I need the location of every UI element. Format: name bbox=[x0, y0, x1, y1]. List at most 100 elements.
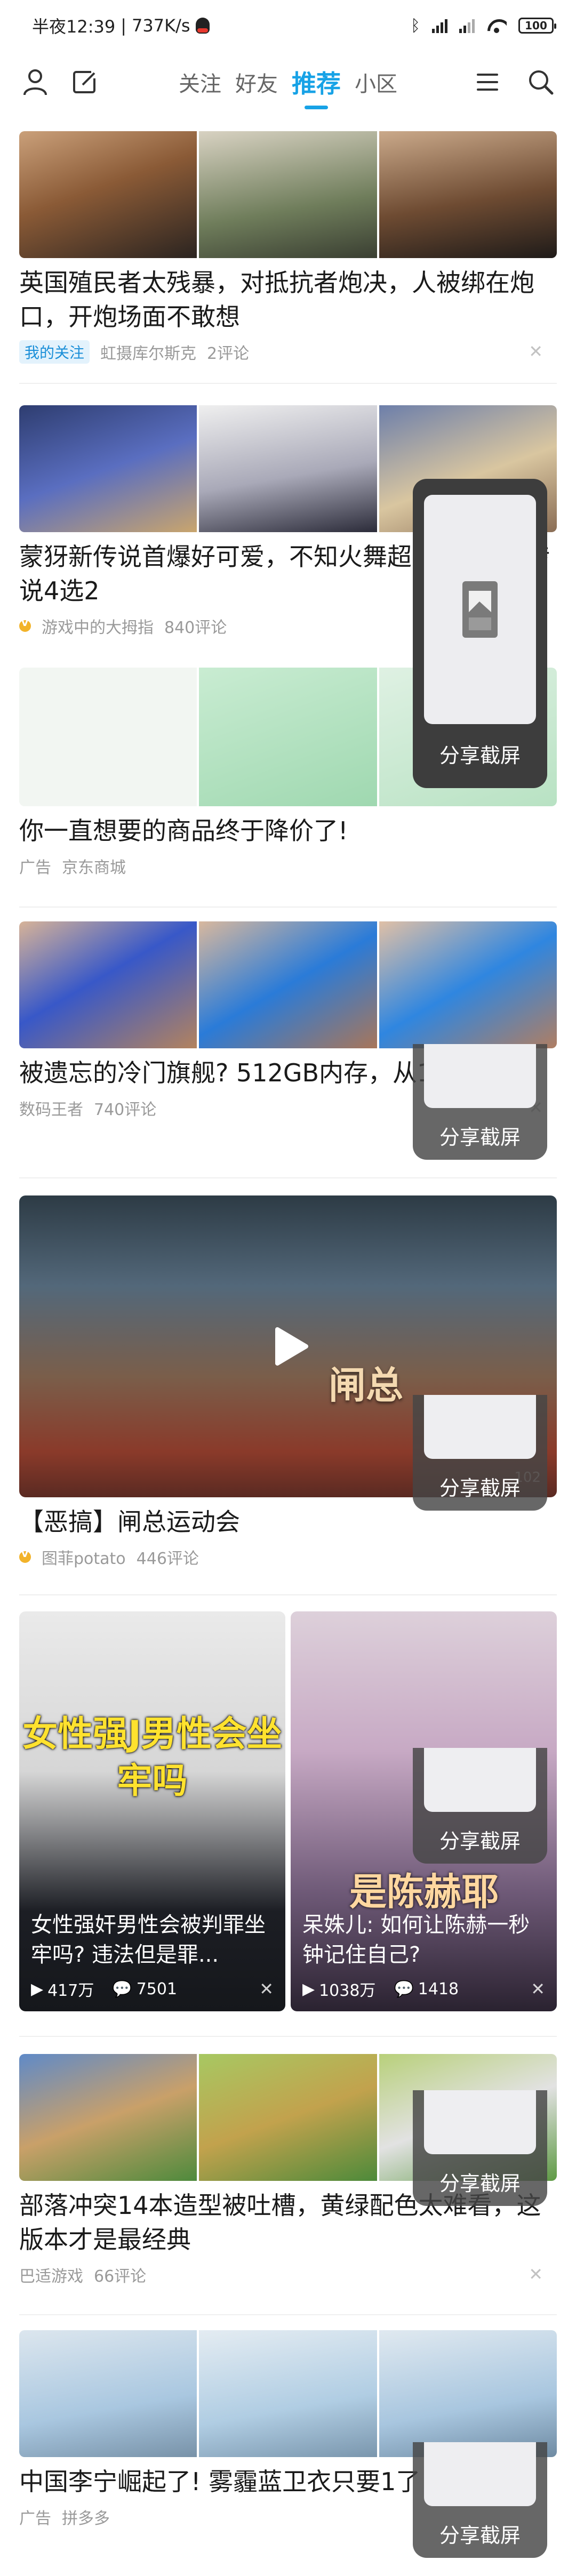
divider bbox=[19, 2036, 557, 2037]
play-icon[interactable] bbox=[261, 1320, 315, 1373]
ad-thumbnail bbox=[19, 2330, 197, 2457]
card-stats: ▶ 417万 💬 7501 ✕ bbox=[31, 1977, 274, 2001]
feed-item-title[interactable]: 英国殖民者太残暴，对抵抗者炮决，人被绑在炮口，开炮场面不敢想 bbox=[19, 266, 557, 334]
video-item[interactable]: 闸总 102 【恶搞】闸总运动会 图菲potato 446评论 bbox=[19, 1195, 557, 1568]
card-stats: ▶ 1038万 💬 1418 ✕ bbox=[302, 1977, 545, 2001]
share-screenshot-ghost: 分享截屏 bbox=[413, 2090, 547, 2206]
share-screenshot-label: 分享截屏 bbox=[439, 1126, 521, 1149]
video-item-meta: 图菲potato 446评论 bbox=[19, 1546, 557, 1568]
ad-label: 广告 bbox=[19, 2509, 51, 2528]
profile-icon[interactable] bbox=[20, 67, 50, 97]
verified-badge-icon bbox=[19, 616, 31, 632]
following-tag: 我的关注 bbox=[19, 340, 90, 364]
feed-item-source[interactable]: 游戏中的大拇指 bbox=[42, 614, 154, 638]
play-count-icon: ▶ bbox=[31, 1979, 44, 1999]
menu-icon[interactable] bbox=[473, 67, 502, 97]
divider bbox=[19, 1594, 557, 1595]
ad-item-source[interactable]: 京东商城 bbox=[62, 854, 126, 878]
video-item-comments: 446评论 bbox=[136, 1550, 199, 1568]
ad-label: 广告 bbox=[19, 858, 51, 877]
feed-item-source[interactable]: 虹摄库尔斯克 bbox=[100, 340, 196, 364]
feed-item-images bbox=[19, 921, 557, 1048]
status-time: 半夜12:39 bbox=[32, 17, 116, 37]
feed-thumbnail bbox=[19, 921, 197, 1048]
ad-thumbnail bbox=[199, 2330, 377, 2457]
card-overlay-text: 女性强J男性会坐牢吗 bbox=[22, 1713, 282, 1801]
feed-item-comments: 2评论 bbox=[207, 344, 250, 363]
divider bbox=[19, 1177, 557, 1178]
feed-thumbnail bbox=[19, 131, 197, 258]
search-icon[interactable] bbox=[526, 67, 556, 97]
ad-item-meta: 广告 京东商城 bbox=[19, 855, 557, 877]
feed-item-source[interactable]: 巴适游戏 bbox=[19, 2263, 83, 2286]
screenshot-preview bbox=[424, 1395, 536, 1459]
play-count: 417万 bbox=[47, 1981, 94, 2000]
divider bbox=[19, 383, 557, 384]
dismiss-icon[interactable]: ✕ bbox=[531, 1979, 545, 1999]
screenshot-preview bbox=[424, 2090, 536, 2154]
ad-item-title[interactable]: 你一直想要的商品终于降价了! bbox=[19, 814, 557, 848]
feed-item-comments: 840评论 bbox=[164, 619, 227, 637]
ad-thumbnail bbox=[19, 668, 197, 806]
wifi-icon bbox=[486, 18, 507, 33]
screenshot-preview bbox=[424, 1044, 536, 1108]
verified-badge-icon bbox=[19, 1547, 31, 1563]
comment-count: 1418 bbox=[418, 1979, 459, 1999]
feed-thumbnail bbox=[199, 131, 377, 258]
screenshot-preview[interactable] bbox=[424, 495, 536, 724]
feed-item-images bbox=[19, 131, 557, 258]
card-caption: 女性强奸男性会被判罪坐牢吗? 违法但是罪... bbox=[31, 1913, 266, 1967]
screenshot-preview bbox=[424, 1748, 536, 1812]
feed-thumbnail bbox=[379, 921, 557, 1048]
feed-thumbnail bbox=[379, 131, 557, 258]
share-screenshot-label[interactable]: 分享截屏 bbox=[439, 739, 521, 768]
tab-recommend[interactable]: 推荐 bbox=[292, 65, 341, 100]
feed-item[interactable]: 英国殖民者太残暴，对抵抗者炮决，人被绑在炮口，开炮场面不敢想 我的关注 虹摄库尔… bbox=[19, 131, 557, 364]
battery-icon: 100 bbox=[518, 18, 556, 34]
feed-thumbnail bbox=[199, 921, 377, 1048]
screenshot-preview bbox=[424, 2442, 536, 2506]
video-overlay-text: 闸总 bbox=[329, 1363, 403, 1407]
video-item-source[interactable]: 图菲potato bbox=[42, 1545, 126, 1569]
dismiss-icon[interactable]: ✕ bbox=[529, 2264, 543, 2284]
tab-community[interactable]: 小区 bbox=[355, 67, 397, 98]
tab-follow[interactable]: 关注 bbox=[179, 67, 221, 98]
feed-item-source[interactable]: 数码王者 bbox=[19, 1096, 83, 1120]
divider bbox=[19, 2314, 557, 2315]
share-screenshot-ghost: 分享截屏 bbox=[413, 1748, 547, 1864]
signal-icon bbox=[432, 18, 447, 33]
signal-icon-secondary bbox=[459, 18, 475, 33]
battery-level: 100 bbox=[525, 19, 547, 32]
ad-item-source[interactable]: 拼多多 bbox=[62, 2505, 110, 2529]
feed-thumbnail bbox=[199, 405, 377, 532]
status-divider: | bbox=[121, 15, 127, 36]
dismiss-icon[interactable]: ✕ bbox=[529, 341, 543, 362]
short-video-card[interactable]: 女性强J男性会坐牢吗 女性强奸男性会被判罪坐牢吗? 违法但是罪... ▶ 417… bbox=[19, 1611, 285, 2011]
screenshot-preview-icon bbox=[462, 581, 498, 638]
comment-count: 7501 bbox=[136, 1979, 178, 1999]
play-count: 1038万 bbox=[319, 1981, 376, 2000]
feed-thumbnail bbox=[19, 2054, 197, 2181]
compose-icon[interactable] bbox=[69, 67, 99, 97]
feed-thumbnail bbox=[199, 2054, 377, 2181]
share-screenshot-label: 分享截屏 bbox=[439, 2172, 521, 2195]
share-screenshot-ghost: 分享截屏 bbox=[413, 1044, 547, 1160]
feed-item-meta: 巴适游戏 66评论 ✕ bbox=[19, 2263, 557, 2286]
feed-item-comments: 66评论 bbox=[94, 2267, 147, 2286]
feed-item-meta: 我的关注 虹摄库尔斯克 2评论 ✕ bbox=[19, 340, 557, 364]
dismiss-icon[interactable]: ✕ bbox=[259, 1979, 274, 1999]
bluetooth-icon: ᛒ bbox=[411, 16, 420, 35]
ad-item-images bbox=[19, 2330, 557, 2457]
share-screenshot-label: 分享截屏 bbox=[439, 1829, 521, 1853]
share-screenshot-panel[interactable]: 分享截屏 bbox=[413, 479, 547, 788]
share-screenshot-label: 分享截屏 bbox=[439, 1476, 521, 1500]
divider bbox=[19, 906, 557, 908]
comment-count-icon: 💬 bbox=[394, 1979, 414, 1999]
share-screenshot-ghost: 分享截屏 bbox=[413, 2442, 547, 2558]
share-screenshot-label: 分享截屏 bbox=[439, 2524, 521, 2547]
status-network-speed: 737K/s bbox=[132, 15, 190, 36]
tab-friends[interactable]: 好友 bbox=[235, 67, 278, 98]
share-screenshot-ghost: 分享截屏 bbox=[413, 1395, 547, 1511]
feed-item-comments: 740评论 bbox=[94, 1101, 157, 1119]
top-nav-bar: 关注 好友 推荐 小区 bbox=[0, 51, 576, 113]
